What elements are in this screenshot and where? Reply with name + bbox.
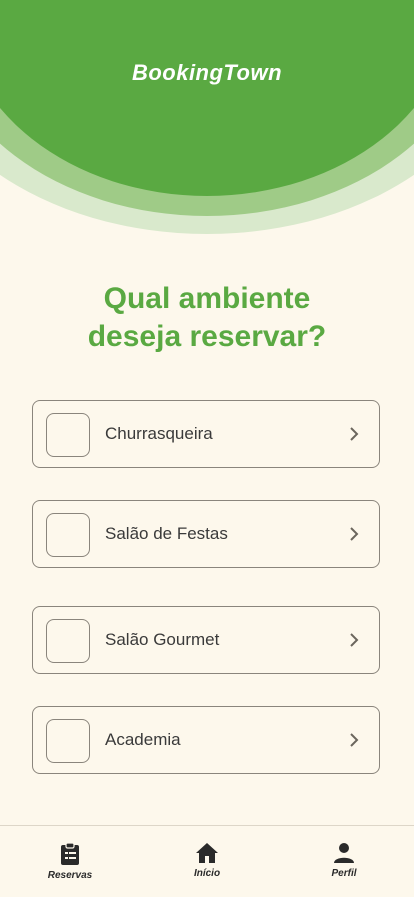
tab-reservas[interactable]: Reservas [30, 842, 110, 881]
option-churrasqueira[interactable]: Churrasqueira [32, 400, 380, 468]
chevron-right-icon [350, 427, 359, 441]
chevron-right-icon [350, 633, 359, 647]
chevron-right-icon [350, 733, 359, 747]
option-thumbnail [46, 513, 90, 557]
tab-label: Reservas [47, 870, 93, 881]
option-academia[interactable]: Academia [32, 706, 380, 774]
option-thumbnail [46, 619, 90, 663]
tab-label: Início [193, 868, 221, 879]
chevron-right-icon [350, 527, 359, 541]
tab-inicio[interactable]: Início [167, 842, 247, 879]
tab-perfil[interactable]: Perfil [304, 842, 384, 879]
header-arc-background [0, 0, 414, 234]
home-icon [196, 843, 218, 863]
option-label: Academia [105, 730, 181, 749]
option-thumbnail [46, 719, 90, 763]
header: BookingTown [0, 0, 414, 240]
option-thumbnail [46, 413, 90, 457]
page-title-line-1: Qual ambiente [103, 282, 311, 315]
app-logo: BookingTown [131, 60, 283, 85]
tab-label: Perfil [331, 868, 357, 879]
option-label: Churrasqueira [105, 424, 213, 443]
bottom-tab-bar: Reservas Início Perfil [0, 825, 414, 897]
option-label: Salão de Festas [105, 524, 228, 543]
page-title: Qual ambiente deseja reservar? [40, 280, 374, 356]
clipboard-icon [61, 842, 79, 865]
option-salao-de-festas[interactable]: Salão de Festas [32, 500, 380, 568]
page-title-line-2: deseja reservar? [87, 320, 327, 353]
option-salao-gourmet[interactable]: Salão Gourmet [32, 606, 380, 674]
option-label: Salão Gourmet [105, 630, 220, 649]
person-icon [334, 843, 354, 863]
